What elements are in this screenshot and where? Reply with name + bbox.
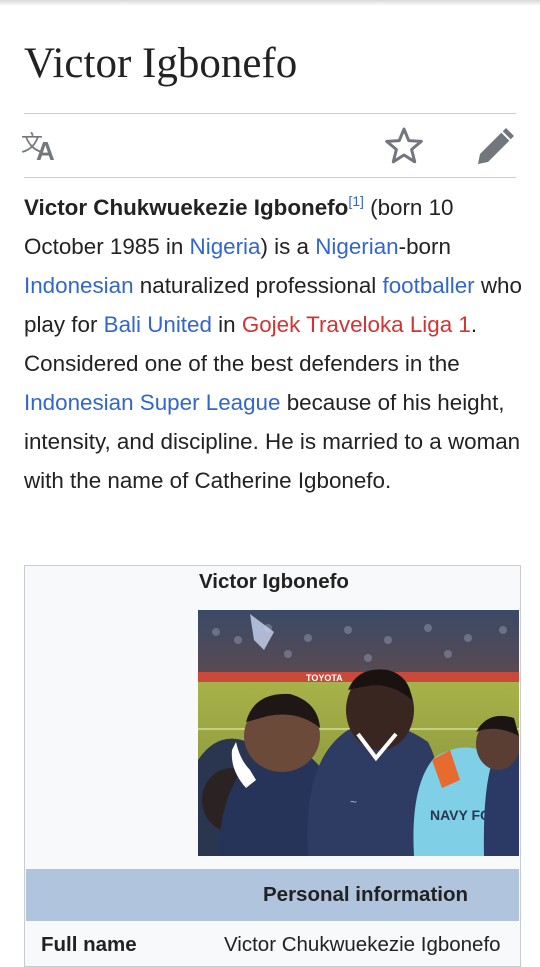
top-shadow <box>0 0 540 6</box>
vest-text: NAVY FC <box>430 807 490 823</box>
infobox: Victor Igbonefo TOYOTA ~ NAVY FC Persona… <box>24 565 521 967</box>
edit-button[interactable] <box>474 124 518 168</box>
infobox-photo[interactable]: TOYOTA ~ NAVY FC <box>198 610 519 856</box>
watch-star-button[interactable] <box>382 124 426 168</box>
language-icon: 文 A <box>21 132 55 166</box>
infobox-caption: Victor Igbonefo <box>199 570 349 593</box>
page-title: Victor Igbonefo <box>24 40 298 87</box>
full-name-label: Full name <box>41 933 137 956</box>
divider-top <box>24 113 516 114</box>
intro-paragraph: Victor Chukwuekezie Igbonefo[1] (born 10… <box>24 193 522 493</box>
player-photo: TOYOTA ~ NAVY FC <box>198 610 519 856</box>
link-indonesian-super-league[interactable]: Indonesian Super League <box>24 390 280 415</box>
full-name-value: Victor Chukwuekezie Igbonefo <box>224 933 501 956</box>
pencil-icon <box>478 128 514 164</box>
svg-text:A: A <box>36 136 55 166</box>
reference-link[interactable]: [1] <box>348 193 364 209</box>
link-nigerian[interactable]: Nigerian <box>315 234 398 259</box>
infobox-section-header: Personal information <box>26 869 519 921</box>
subject-name: Victor Chukwuekezie Igbonefo <box>24 195 349 220</box>
divider-bottom <box>24 177 516 178</box>
link-nigeria[interactable]: Nigeria <box>190 234 261 259</box>
link-footballer[interactable]: footballer <box>383 273 475 298</box>
star-icon <box>385 127 423 164</box>
link-bali-united[interactable]: Bali United <box>104 312 212 337</box>
redlink-gojek-traveloka-liga-1[interactable]: Gojek Traveloka Liga 1 <box>242 312 471 337</box>
section-header-label: Personal information <box>263 883 469 906</box>
link-indonesian[interactable]: Indonesian <box>24 273 134 298</box>
language-button[interactable]: 文 A <box>20 124 64 168</box>
svg-text:~: ~ <box>350 795 357 809</box>
stadium-banner-text: TOYOTA <box>306 673 343 683</box>
